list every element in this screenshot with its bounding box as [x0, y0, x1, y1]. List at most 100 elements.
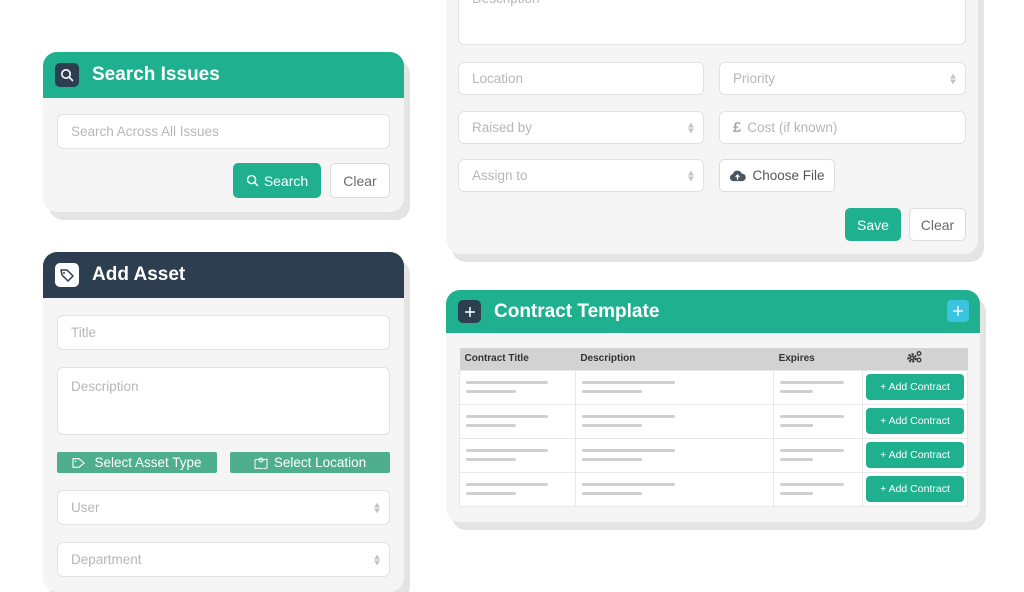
placeholder-line [780, 415, 845, 418]
issue-description-placeholder: Description [472, 0, 540, 6]
placeholder-line [581, 449, 675, 452]
placeholder-line [581, 458, 642, 461]
placeholder-line [780, 424, 814, 427]
priority-select[interactable]: Priority [719, 62, 966, 95]
cost-input[interactable]: £ Cost (if known) [719, 111, 966, 144]
placeholder-line [581, 390, 642, 393]
placeholder-line [581, 424, 642, 427]
placeholder-line [466, 424, 516, 427]
raised-by-select[interactable]: Raised by [458, 111, 704, 144]
add-contract-button[interactable]: + Add Contract [866, 408, 964, 434]
placeholder-line [466, 492, 516, 495]
search-issues-card: Search Issues Search Across All Issues S… [43, 52, 404, 212]
search-input[interactable]: Search Across All Issues [57, 114, 390, 149]
assign-to-placeholder: Assign to [472, 168, 528, 183]
add-template-button[interactable] [947, 300, 969, 322]
priority-placeholder: Priority [733, 71, 776, 86]
add-contract-button[interactable]: + Add Contract [866, 476, 964, 502]
select-arrows-icon [374, 502, 380, 513]
contract-template-header: Contract Template [446, 290, 980, 333]
clear-button-label: Clear [343, 172, 377, 189]
placeholder-line [780, 483, 845, 486]
cell-description [574, 403, 775, 439]
plus-icon [953, 306, 963, 316]
select-location-label: Select Location [273, 455, 367, 470]
select-location-button[interactable]: Select Location [230, 452, 390, 473]
location-input[interactable]: Location [458, 62, 704, 95]
placeholder-line [466, 449, 548, 452]
table-row: + Add Contract [459, 403, 968, 439]
cell-description [574, 369, 775, 405]
cell-expires [773, 437, 863, 473]
cell-description [574, 437, 775, 473]
cell-actions: + Add Contract [862, 403, 968, 439]
search-button-label: Search [263, 172, 309, 189]
cell-contract-title [459, 471, 576, 507]
map-icon [254, 457, 268, 469]
cell-contract-title [459, 437, 576, 473]
contract-template-title: Contract Template [494, 300, 660, 322]
column-description: Description [575, 348, 774, 370]
placeholder-line [466, 458, 516, 461]
raised-by-placeholder: Raised by [472, 120, 533, 135]
cell-actions: + Add Contract [862, 437, 968, 473]
add-contract-button[interactable]: + Add Contract [866, 442, 964, 468]
issue-description-textarea[interactable]: Description [458, 0, 966, 45]
placeholder-line [780, 458, 814, 461]
plus-icon [458, 300, 481, 323]
title-placeholder: Title [71, 325, 97, 340]
placeholder-line [581, 381, 675, 384]
table-header-row: Contract Title Description Expires [459, 348, 968, 370]
issue-clear-button-label: Clear [920, 216, 955, 233]
select-arrows-icon [688, 170, 694, 181]
add-asset-title: Add Asset [92, 264, 186, 285]
department-placeholder: Department [71, 552, 142, 567]
cell-expires [773, 403, 863, 439]
save-button-label: Save [857, 216, 889, 233]
pound-icon: £ [733, 119, 742, 136]
search-icon [246, 174, 259, 187]
cost-placeholder: Cost (if known) [747, 120, 838, 135]
contracts-table: Contract Title Description Expires + Add… [459, 348, 968, 507]
select-asset-type-label: Select Asset Type [94, 455, 202, 470]
title-input[interactable]: Title [57, 315, 390, 350]
placeholder-line [581, 492, 642, 495]
placeholder-line [581, 415, 675, 418]
user-select[interactable]: User [57, 490, 390, 525]
save-button[interactable]: Save [845, 208, 901, 241]
table-row: + Add Contract [459, 437, 968, 473]
cell-contract-title [459, 403, 576, 439]
assign-to-select[interactable]: Assign to [458, 159, 704, 192]
table-row: + Add Contract [459, 369, 968, 405]
cell-expires [773, 369, 863, 405]
add-contract-button[interactable]: + Add Contract [866, 374, 964, 400]
choose-file-label: Choose File [752, 168, 825, 183]
description-textarea[interactable]: Description [57, 367, 390, 435]
placeholder-line [780, 492, 814, 495]
search-issues-header: Search Issues [43, 52, 404, 98]
placeholder-line [466, 390, 516, 393]
issue-clear-button[interactable]: Clear [909, 208, 966, 241]
placeholder-line [581, 483, 675, 486]
placeholder-line [466, 381, 548, 384]
description-placeholder: Description [71, 379, 139, 394]
location-placeholder: Location [472, 71, 524, 86]
add-asset-card: Add Asset Title Description Select Asset… [43, 252, 404, 592]
choose-file-button[interactable]: Choose File [719, 159, 835, 192]
search-button[interactable]: Search [233, 163, 321, 198]
table-row: + Add Contract [459, 471, 968, 507]
cell-contract-title [459, 369, 576, 405]
search-icon [55, 63, 79, 87]
select-asset-type-button[interactable]: Select Asset Type [57, 452, 217, 473]
column-actions [862, 348, 968, 370]
tag-icon [55, 263, 79, 287]
issue-form-card: Description Location Priority Raised by … [446, 0, 978, 254]
cell-actions: + Add Contract [862, 369, 968, 405]
user-placeholder: User [71, 500, 100, 515]
department-select[interactable]: Department [57, 542, 390, 577]
clear-button[interactable]: Clear [330, 163, 390, 198]
cell-expires [773, 471, 863, 507]
select-arrows-icon [374, 554, 380, 565]
select-arrows-icon [950, 73, 956, 84]
add-asset-header: Add Asset [43, 252, 404, 298]
